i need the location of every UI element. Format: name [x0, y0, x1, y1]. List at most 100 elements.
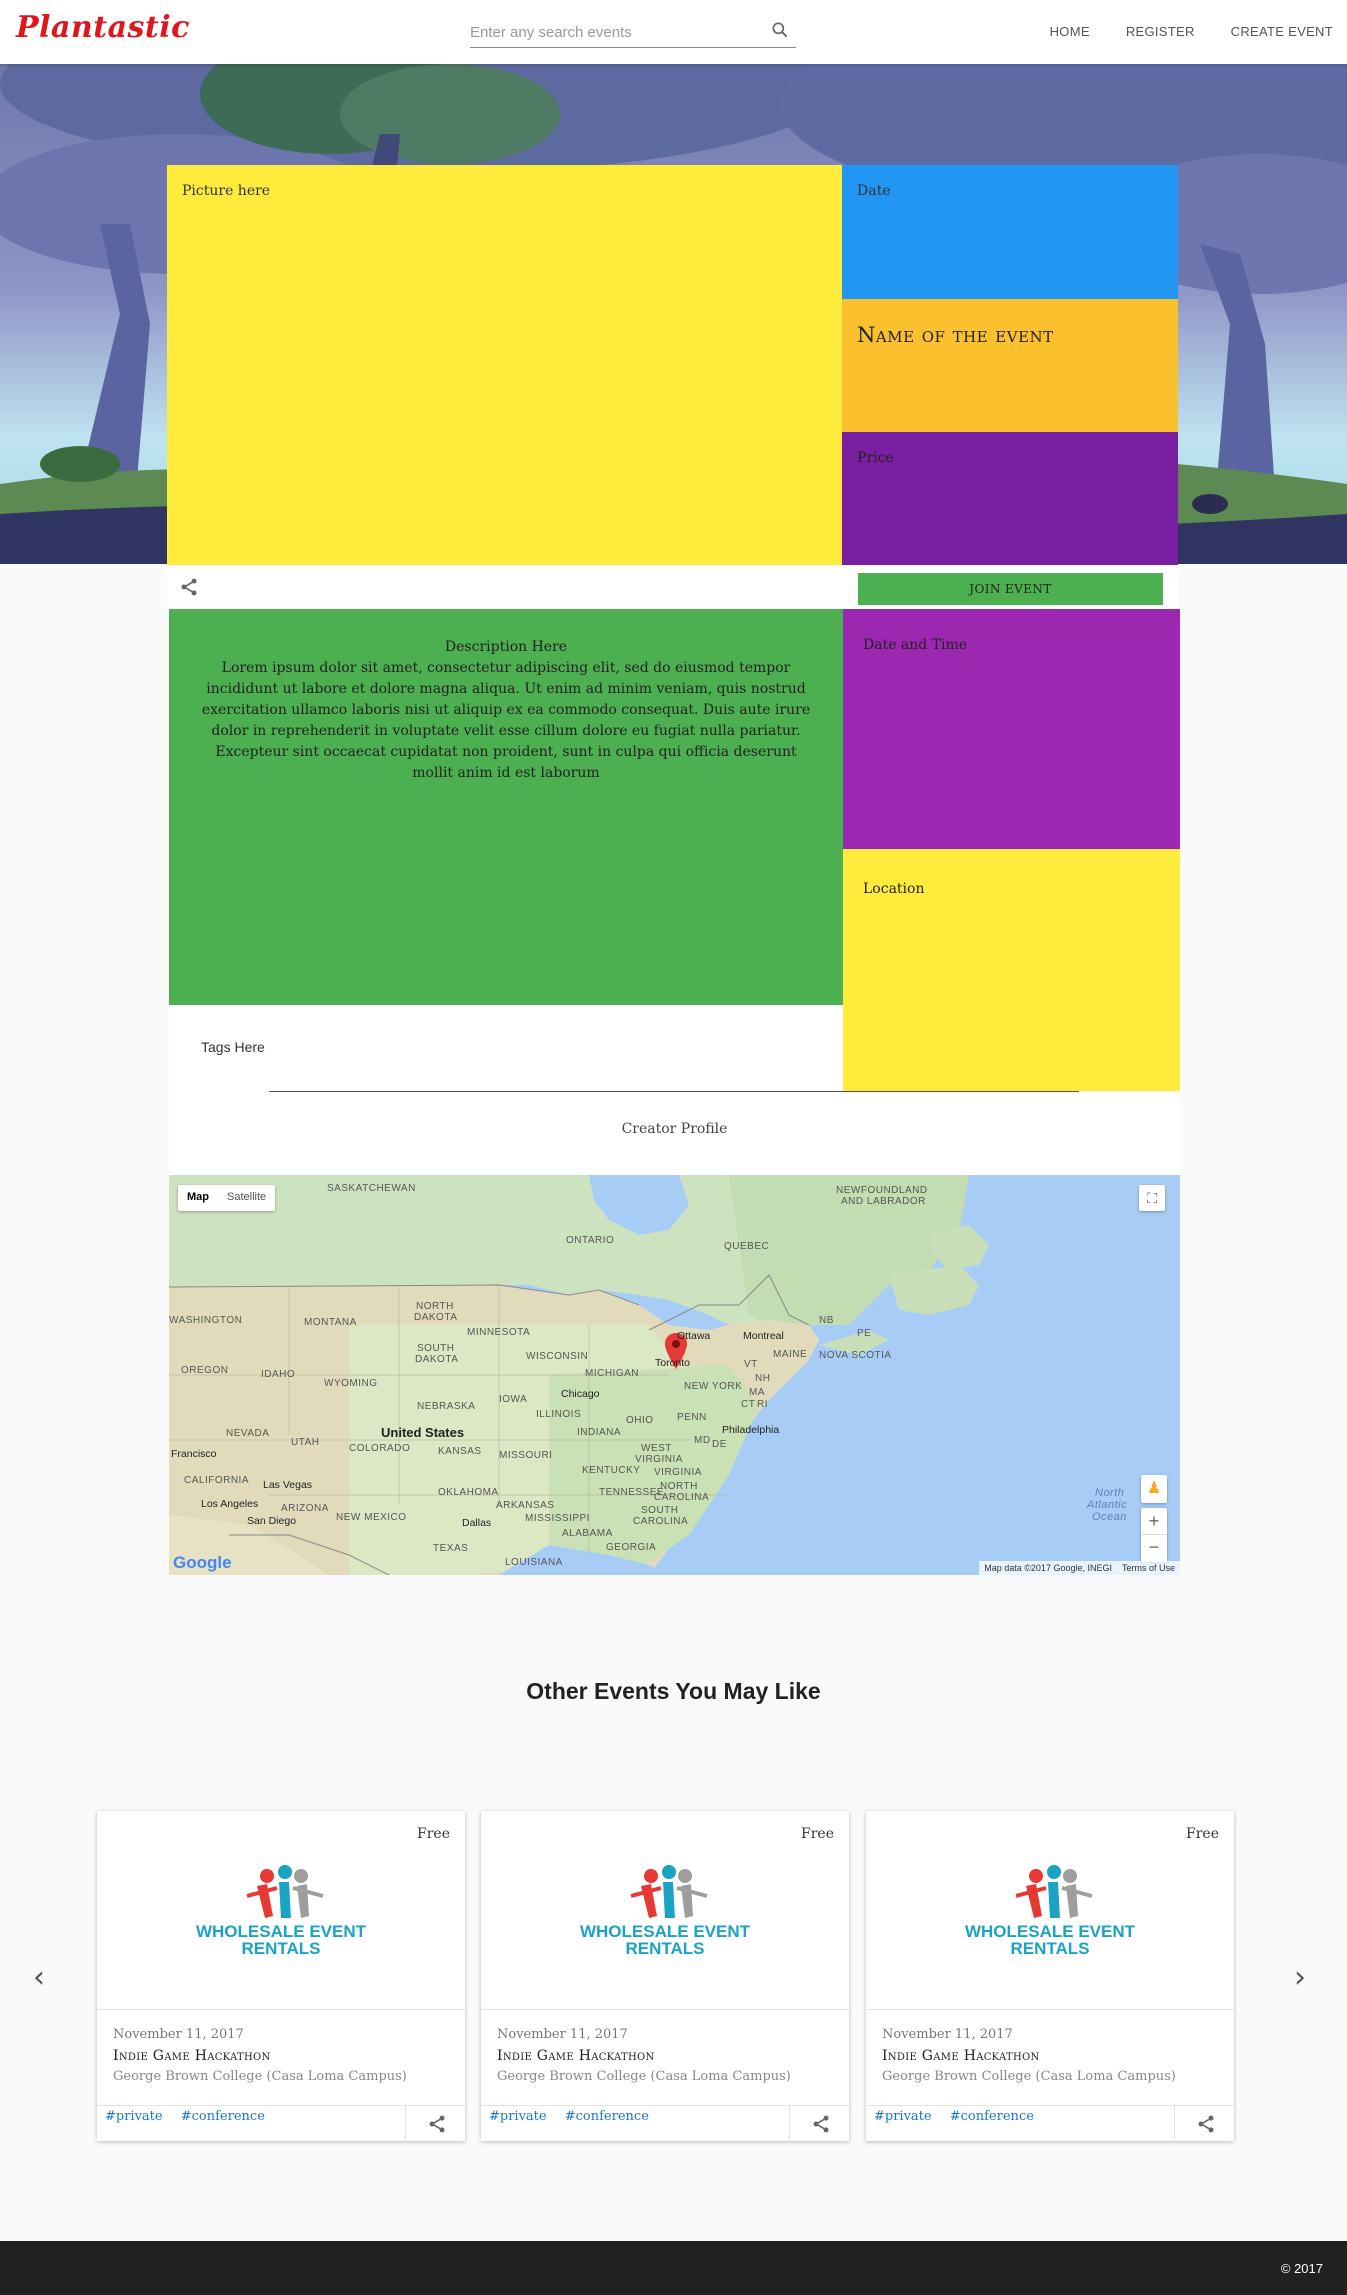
card-date: November 11, 2017 — [497, 2027, 628, 2042]
card-price: Free — [801, 1826, 834, 1842]
map-label: MA — [749, 1387, 765, 1398]
description-heading: Description Here — [444, 639, 568, 655]
map-label: WISCONSIN — [526, 1351, 589, 1362]
card-share-button[interactable] — [1174, 2105, 1234, 2141]
event-card[interactable]: Free WHOLESALE EVENT RENTALS November 11… — [481, 1811, 849, 2141]
map-label: OREGON — [181, 1365, 229, 1376]
map-label: MISSOURI — [499, 1450, 553, 1461]
map-label: MISSISSIPPI — [525, 1513, 590, 1524]
map-type-toggle: Map Satellite — [178, 1185, 276, 1211]
tag-link[interactable]: #private — [874, 2109, 932, 2124]
map-label: SASKATCHEWAN — [327, 1183, 416, 1194]
tag-link[interactable]: #private — [489, 2109, 547, 2124]
location-label: Location — [863, 881, 925, 897]
nav-create-event[interactable]: CREATE EVENT — [1231, 24, 1333, 39]
map-label: MICHIGAN — [585, 1368, 639, 1379]
card-title[interactable]: Indie Game Hackathon — [113, 2048, 271, 2064]
logo-text-line: WHOLESALE EVENT — [964, 1922, 1135, 1941]
tag-link[interactable]: #conference — [565, 2109, 649, 2124]
top-app-bar: Plantastic HOME REGISTER CREATE EVENT — [0, 0, 1347, 64]
event-card[interactable]: Free WHOLESALE EVENT RENTALS November 11… — [866, 1811, 1234, 2141]
event-name-tile: Name of the event — [842, 299, 1178, 432]
logo-text-line: RENTALS — [1010, 1939, 1090, 1958]
map-label: VIRGINIA — [635, 1454, 683, 1465]
map-label: Ottawa — [677, 1330, 711, 1342]
map-label: CT — [741, 1399, 756, 1410]
join-event-button[interactable]: JOIN EVENT — [858, 573, 1163, 605]
event-date-tile: Date — [842, 165, 1178, 299]
card-share-button[interactable] — [789, 2105, 849, 2141]
share-icon[interactable] — [179, 577, 199, 601]
search-input[interactable] — [470, 18, 760, 46]
share-icon — [813, 2115, 829, 2133]
card-price: Free — [1186, 1826, 1219, 1842]
event-picture-placeholder: Picture here — [167, 165, 842, 565]
map-label: NOVA SCOTIA — [819, 1350, 892, 1361]
map-data-credit: Map data ©2017 Google, INEGI — [984, 1563, 1112, 1573]
map-label: NEW YORK — [684, 1381, 743, 1392]
card-date: November 11, 2017 — [113, 2027, 244, 2042]
map-label: ARIZONA — [281, 1503, 329, 1514]
date-time-panel: Date and Time — [843, 609, 1180, 849]
map-label: OKLAHOMA — [438, 1487, 499, 1498]
event-name: Name of the event — [857, 323, 1054, 347]
zoom-out-button[interactable]: − — [1141, 1535, 1167, 1562]
event-map[interactable]: Map Satellite ⛶ ♟ + − SASKATCHEWAN NEWFO… — [169, 1175, 1180, 1575]
search-bar — [470, 18, 796, 48]
map-label: NORTH — [660, 1481, 698, 1492]
tag-link[interactable]: #conference — [181, 2109, 265, 2124]
map-label: Atlantic — [1087, 1499, 1128, 1511]
card-share-button[interactable] — [405, 2105, 465, 2141]
card-title[interactable]: Indie Game Hackathon — [882, 2048, 1040, 2064]
tag-link[interactable]: #conference — [950, 2109, 1034, 2124]
map-label: Ocean — [1092, 1511, 1127, 1523]
map-label: INDIANA — [577, 1427, 622, 1438]
card-tags: #private #conference — [105, 2109, 279, 2124]
logo-text-line: RENTALS — [625, 1939, 705, 1958]
map-type-satellite[interactable]: Satellite — [218, 1185, 275, 1211]
other-events-title: Other Events You May Like — [526, 1678, 821, 1704]
price-label: Price — [857, 450, 894, 466]
tag-link[interactable]: #private — [105, 2109, 163, 2124]
event-card[interactable]: Free WHOLESALE EVENT RENTALS November 11… — [97, 1811, 465, 2141]
map-label: MD — [694, 1435, 711, 1446]
map-label: LOUISIANA — [505, 1557, 563, 1568]
page-footer: © 2017 — [0, 2241, 1347, 2295]
map-label: WYOMING — [324, 1378, 378, 1389]
divider — [269, 1091, 1079, 1092]
zoom-in-button[interactable]: + — [1141, 1508, 1167, 1535]
terms-of-use-link[interactable]: Terms of Use — [1122, 1563, 1175, 1573]
map-label: Dallas — [462, 1517, 492, 1529]
map-label: VIRGINIA — [654, 1467, 702, 1478]
map-label: Francisco — [171, 1448, 217, 1460]
event-action-bar: JOIN EVENT — [167, 565, 1178, 609]
copyright: © 2017 — [1280, 2261, 1323, 2276]
map-label: MINNESOTA — [467, 1327, 531, 1338]
creator-profile-link[interactable]: Creator Profile — [169, 1121, 1180, 1137]
picture-label: Picture here — [182, 183, 271, 199]
map-label: GEORGIA — [606, 1542, 657, 1553]
fullscreen-icon[interactable]: ⛶ — [1139, 1185, 1165, 1211]
map-label: DAKOTA — [414, 1312, 458, 1323]
divider — [97, 2009, 465, 2010]
nav-register[interactable]: REGISTER — [1126, 24, 1195, 39]
card-tags: #private #conference — [489, 2109, 663, 2124]
map-label: NEW MEXICO — [336, 1512, 407, 1523]
map-label: SOUTH — [641, 1505, 679, 1516]
map-type-map[interactable]: Map — [178, 1185, 218, 1211]
map-label: KENTUCKY — [582, 1465, 641, 1476]
nav-home[interactable]: HOME — [1050, 24, 1090, 39]
card-title[interactable]: Indie Game Hackathon — [497, 2048, 655, 2064]
share-icon — [429, 2115, 445, 2133]
search-icon[interactable] — [770, 20, 790, 44]
map-label: CAROLINA — [633, 1516, 689, 1527]
chevron-left-icon[interactable]: ‹ — [33, 1960, 45, 1995]
chevron-right-icon[interactable]: › — [1294, 1960, 1306, 1995]
map-label: WASHINGTON — [169, 1315, 243, 1326]
map-label: DE — [712, 1439, 727, 1450]
logo-text-line: WHOLESALE EVENT — [579, 1922, 750, 1941]
divider — [866, 2009, 1234, 2010]
pegman-icon[interactable]: ♟ — [1141, 1475, 1167, 1503]
map-label: Montreal — [743, 1330, 784, 1342]
brand-logo[interactable]: Plantastic — [16, 10, 190, 45]
